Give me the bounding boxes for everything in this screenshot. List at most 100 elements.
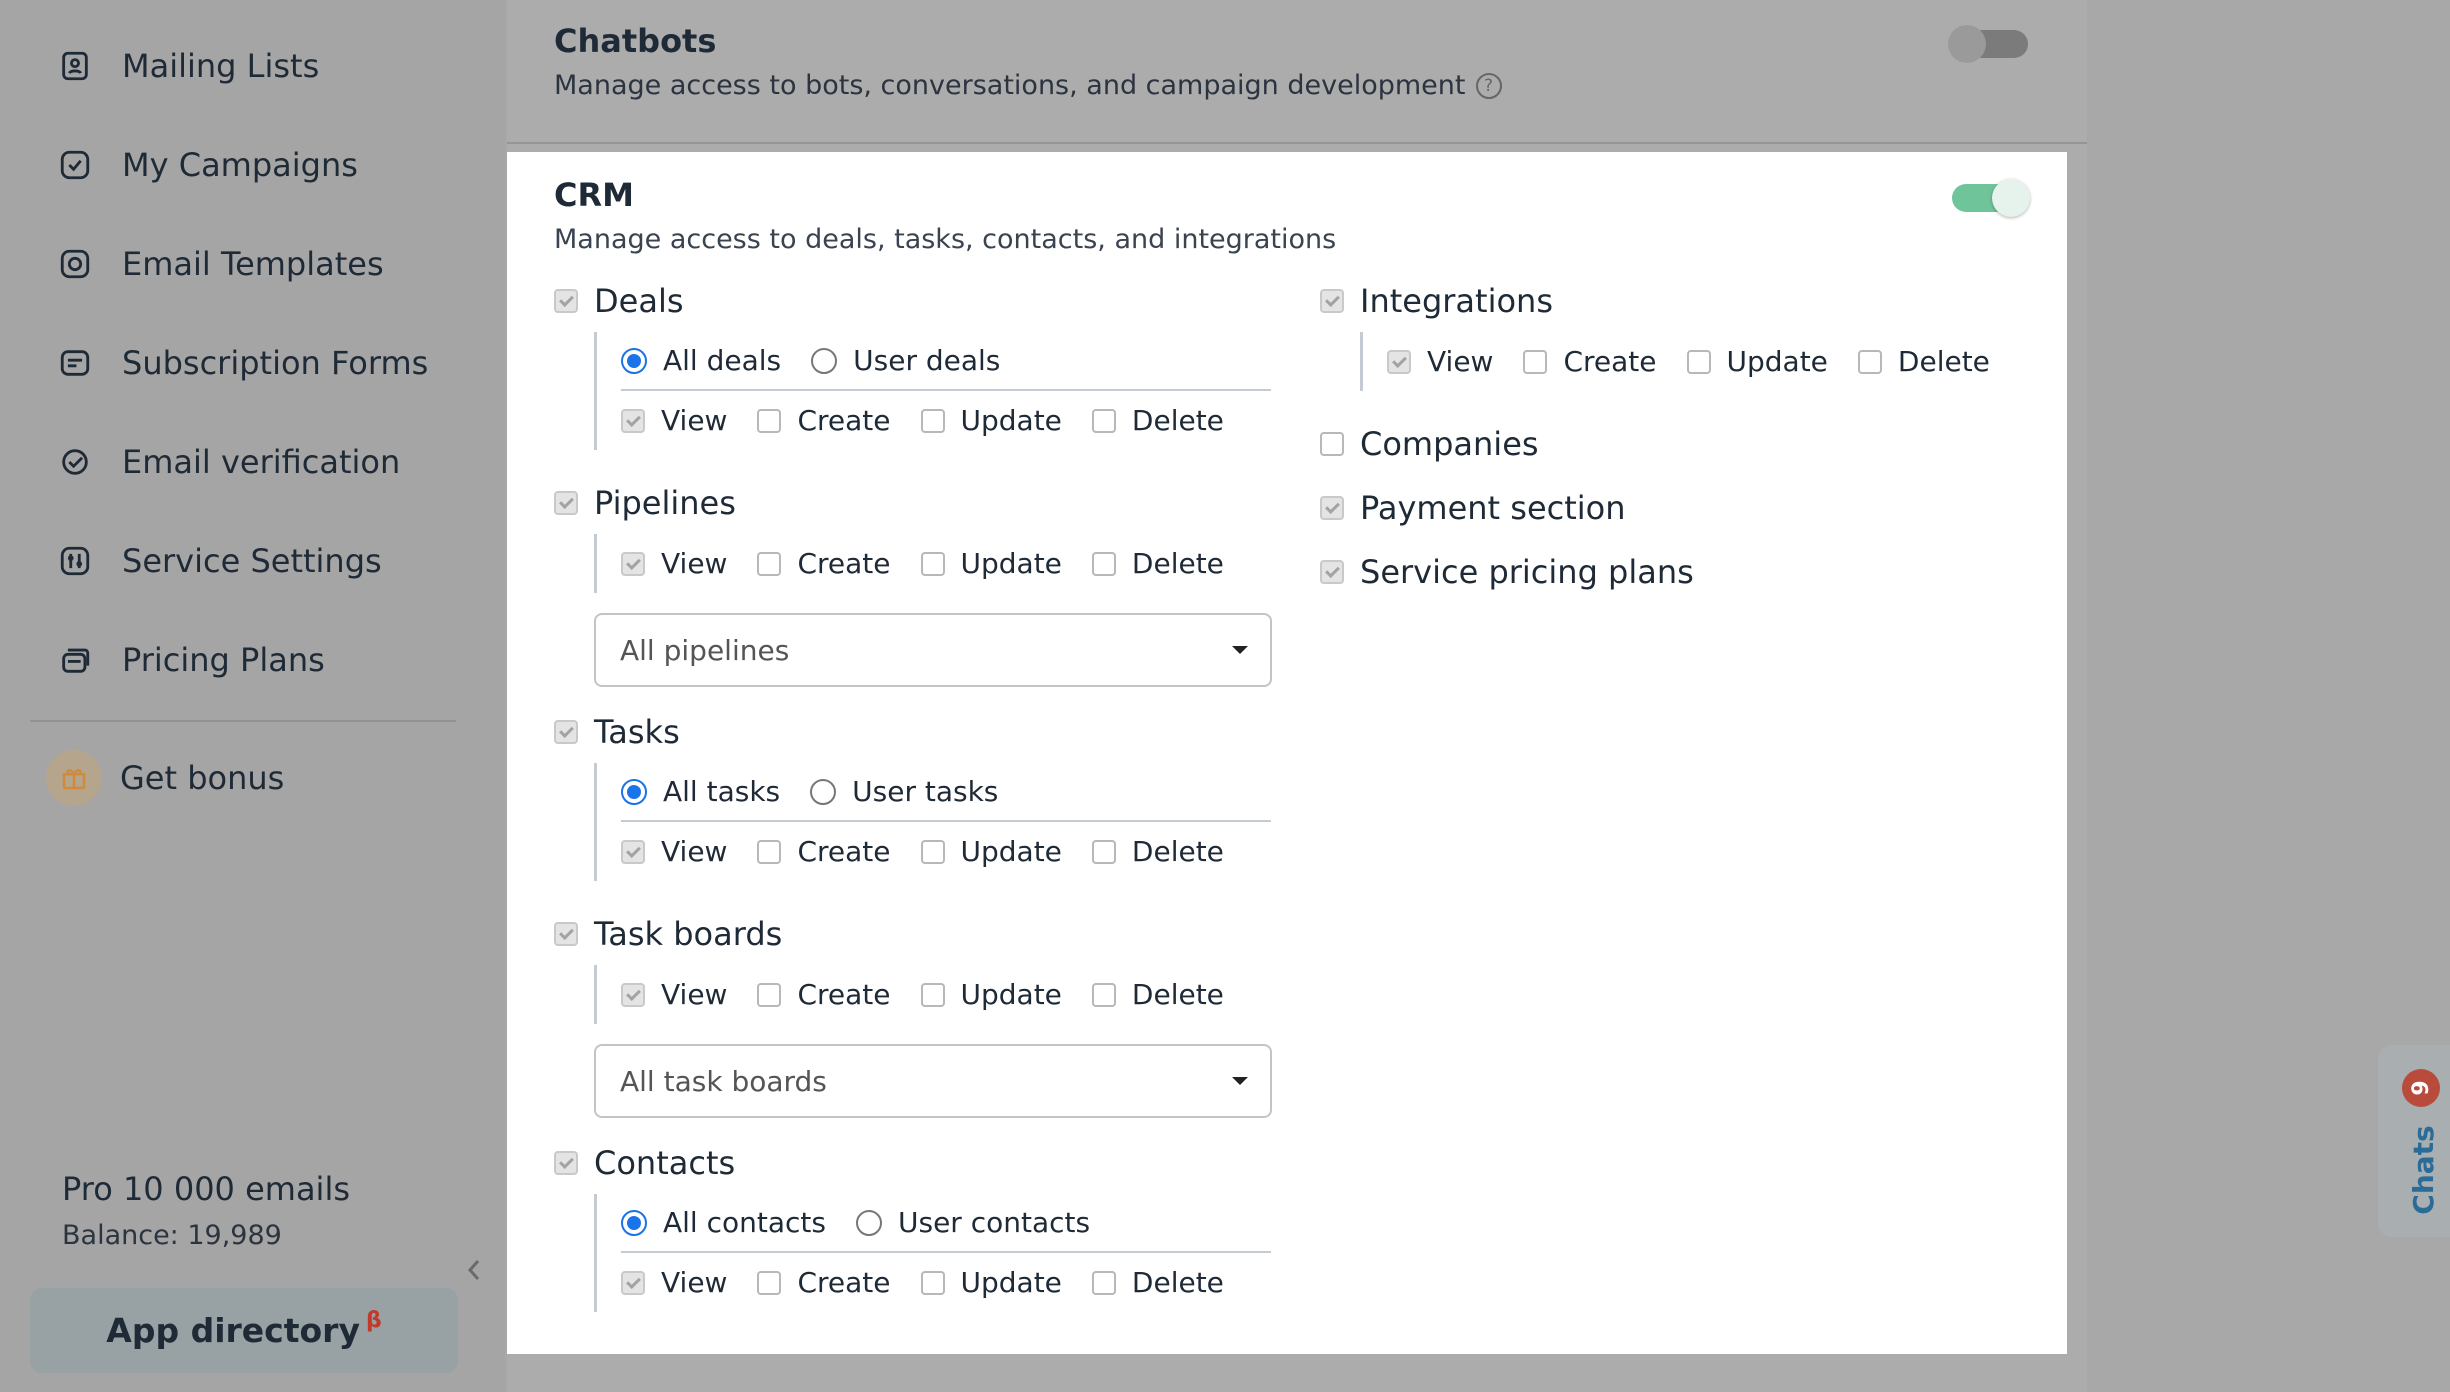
sidebar-item-email-templates[interactable]: Email Templates [56, 234, 384, 294]
pipelines-create-checkbox[interactable]: Create [757, 547, 891, 580]
companies-label: Companies [1360, 425, 1539, 463]
contacts-delete-checkbox[interactable]: Delete [1091, 1266, 1224, 1299]
sidebar-item-pricing-plans[interactable]: Pricing Plans [56, 630, 325, 690]
payment-section-checkbox[interactable] [1320, 496, 1344, 520]
pipelines-options: View Create Update Delete [594, 534, 1272, 593]
sidebar-item-label: Email verification [122, 443, 401, 481]
pipelines-permissions: View Create Update Delete [621, 534, 1272, 593]
tasks-permissions: View Create Update Delete [621, 822, 1272, 881]
tasks-delete-checkbox[interactable]: Delete [1091, 835, 1224, 868]
tasks-create-checkbox[interactable]: Create [757, 835, 891, 868]
pipelines-delete-checkbox[interactable]: Delete [1091, 547, 1224, 580]
crm-title: CRM [554, 176, 634, 214]
user-contacts-radio[interactable]: User contacts [855, 1206, 1090, 1239]
chats-widget-button[interactable]: 9 Chats [2378, 1045, 2450, 1237]
task-boards-checkbox[interactable] [554, 922, 578, 946]
sidebar-item-label: Subscription Forms [122, 344, 429, 382]
integrations-create-checkbox[interactable]: Create [1523, 345, 1657, 378]
crm-toggle[interactable] [1952, 179, 2030, 217]
pipelines-select[interactable]: All pipelines [594, 613, 1272, 687]
section-divider [507, 142, 2087, 144]
tasks-view-checkbox[interactable]: View [621, 835, 727, 868]
chatbots-description: Manage access to bots, conversations, an… [554, 70, 1466, 101]
deals-update-checkbox[interactable]: Update [920, 404, 1062, 437]
sidebar: Mailing Lists My Campaigns Email Templat… [0, 0, 505, 1392]
deals-label: Deals [594, 282, 684, 320]
sidebar-item-mailing-lists[interactable]: Mailing Lists [56, 36, 319, 96]
sidebar-item-email-verification[interactable]: Email verification [56, 432, 400, 492]
chatbots-section: Chatbots Manage access to bots, conversa… [554, 22, 1502, 101]
deals-delete-checkbox[interactable]: Delete [1091, 404, 1224, 437]
crm-header: CRM Manage access to deals, tasks, conta… [554, 176, 1336, 255]
task-boards-delete-checkbox[interactable]: Delete [1091, 978, 1224, 1011]
settings-icon [56, 542, 94, 580]
deals-options: All deals User deals View Create Update … [594, 332, 1272, 450]
chatbots-toggle[interactable] [1948, 25, 2028, 63]
integrations-group: Integrations [1320, 278, 2020, 324]
pipelines-view-checkbox[interactable]: View [621, 547, 727, 580]
task-boards-permissions: View Create Update Delete [621, 965, 1272, 1024]
tasks-checkbox[interactable] [554, 720, 578, 744]
sidebar-item-my-campaigns[interactable]: My Campaigns [56, 135, 358, 195]
task-boards-create-checkbox[interactable]: Create [757, 978, 891, 1011]
sidebar-item-label: Mailing Lists [122, 47, 320, 85]
crm-left-column: Deals All deals User deals View Create U… [554, 278, 1272, 1312]
campaign-icon [56, 146, 94, 184]
deals-permissions: View Create Update Delete [621, 391, 1272, 450]
collapse-sidebar-button[interactable] [462, 1255, 486, 1285]
contacts-permissions: View Create Update Delete [621, 1253, 1272, 1312]
contacts-update-checkbox[interactable]: Update [920, 1266, 1062, 1299]
contacts-group: Contacts [554, 1140, 1272, 1186]
integrations-delete-checkbox[interactable]: Delete [1857, 345, 1990, 378]
task-boards-options: View Create Update Delete [594, 965, 1272, 1024]
sidebar-item-label: My Campaigns [122, 146, 358, 184]
beta-badge: β [365, 1308, 382, 1333]
sidebar-item-label: Email Templates [122, 245, 384, 283]
task-boards-view-checkbox[interactable]: View [621, 978, 727, 1011]
contacts-options: All contacts User contacts View Create U… [594, 1194, 1272, 1312]
contacts-view-checkbox[interactable]: View [621, 1266, 727, 1299]
contacts-checkbox[interactable] [554, 1151, 578, 1175]
pricing-icon [56, 641, 94, 679]
plan-name: Pro 10 000 emails [62, 1170, 350, 1208]
integrations-view-checkbox[interactable]: View [1387, 345, 1493, 378]
companies-checkbox[interactable] [1320, 432, 1344, 456]
tasks-update-checkbox[interactable]: Update [920, 835, 1062, 868]
pipelines-update-checkbox[interactable]: Update [920, 547, 1062, 580]
deals-checkbox[interactable] [554, 289, 578, 313]
mailing-list-icon [56, 47, 94, 85]
service-pricing-plans-group: Service pricing plans [1320, 549, 2020, 595]
chatbots-title: Chatbots [554, 22, 717, 60]
user-tasks-radio[interactable]: User tasks [810, 775, 998, 808]
sidebar-item-get-bonus[interactable]: Get bonus [46, 748, 284, 808]
tasks-scope: All tasks User tasks [621, 763, 1271, 822]
contacts-create-checkbox[interactable]: Create [757, 1266, 891, 1299]
sidebar-item-label: Service Settings [122, 542, 382, 580]
pipelines-checkbox[interactable] [554, 491, 578, 515]
task-boards-label: Task boards [594, 915, 783, 953]
task-boards-select[interactable]: All task boards [594, 1044, 1272, 1118]
deals-create-checkbox[interactable]: Create [757, 404, 891, 437]
all-contacts-radio[interactable]: All contacts [621, 1206, 826, 1239]
gift-icon [46, 750, 102, 806]
chats-label: Chats [2406, 1125, 2440, 1215]
integrations-options: View Create Update Delete [1360, 332, 2020, 391]
sidebar-item-service-settings[interactable]: Service Settings [56, 531, 382, 591]
service-pricing-plans-checkbox[interactable] [1320, 560, 1344, 584]
integrations-checkbox[interactable] [1320, 289, 1344, 313]
all-tasks-radio[interactable]: All tasks [621, 775, 780, 808]
user-deals-radio[interactable]: User deals [811, 344, 1000, 377]
app-directory-button[interactable]: App directory β [30, 1288, 458, 1373]
sidebar-item-subscription-forms[interactable]: Subscription Forms [56, 333, 428, 393]
sidebar-item-label: Pricing Plans [122, 641, 325, 679]
task-boards-group: Task boards [554, 911, 1272, 957]
task-boards-update-checkbox[interactable]: Update [920, 978, 1062, 1011]
all-deals-radio[interactable]: All deals [621, 344, 781, 377]
chats-count-badge: 9 [2402, 1069, 2440, 1107]
deals-view-checkbox[interactable]: View [621, 404, 727, 437]
plan-balance: Balance: 19,989 [62, 1220, 282, 1251]
integrations-update-checkbox[interactable]: Update [1686, 345, 1828, 378]
integrations-label: Integrations [1360, 282, 1553, 320]
crm-description: Manage access to deals, tasks, contacts,… [554, 224, 1337, 255]
help-icon[interactable]: ? [1475, 72, 1502, 99]
